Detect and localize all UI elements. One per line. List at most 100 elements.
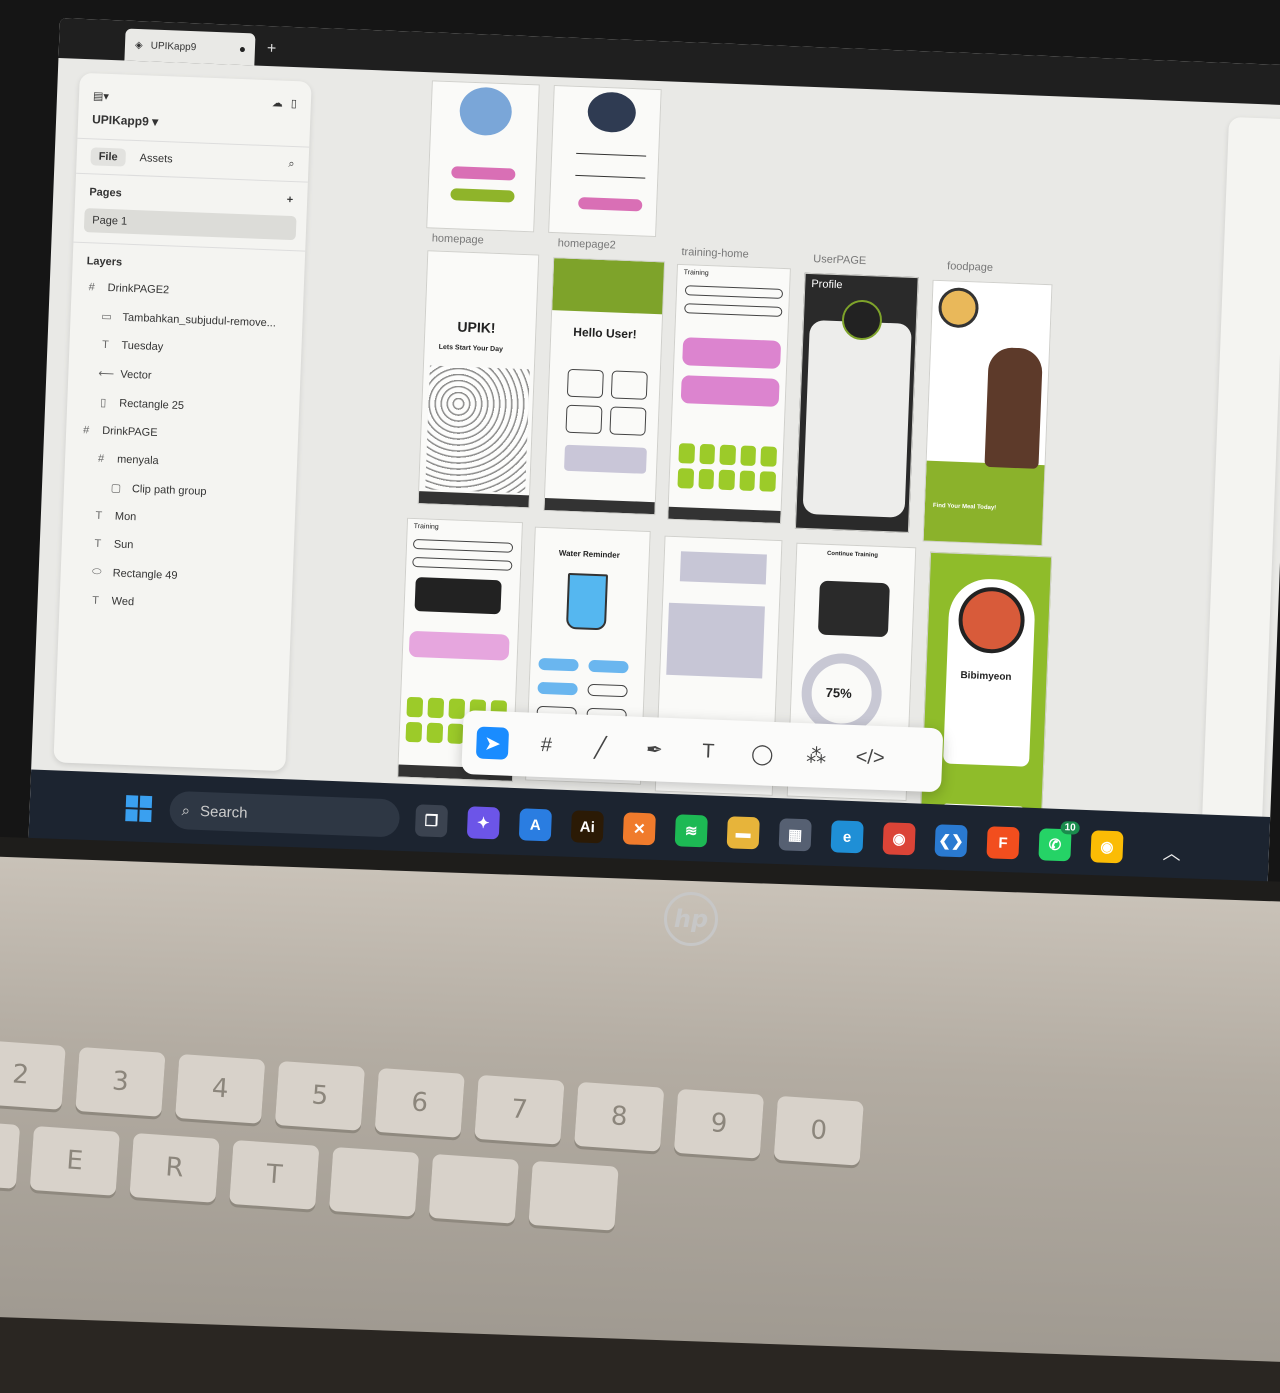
- layer-label: Vector: [120, 368, 152, 382]
- key-3: 3: [75, 1046, 166, 1117]
- frame-foodpage[interactable]: Find Your Meal Today!: [922, 279, 1053, 547]
- toggle-panel-icon[interactable]: ▯: [291, 97, 298, 110]
- chrome-profile-icon[interactable]: ◉: [1090, 830, 1124, 864]
- day-button-tue[interactable]: [537, 681, 578, 696]
- frame-tool-icon[interactable]: #: [530, 729, 563, 762]
- windows-start-icon[interactable]: [125, 795, 153, 823]
- whatsapp-icon[interactable]: ✆ 10: [1038, 821, 1080, 862]
- category-card[interactable]: [609, 406, 647, 436]
- register-button[interactable]: [450, 188, 515, 203]
- page-item[interactable]: Page 1: [83, 208, 297, 241]
- training-title: Training: [413, 522, 439, 531]
- chevron-up-icon[interactable]: ︿: [1162, 839, 1181, 866]
- frame-homepage[interactable]: [426, 80, 540, 233]
- day-button-wed[interactable]: [587, 683, 628, 698]
- xampp-icon[interactable]: ✕: [622, 812, 656, 846]
- key-u: [428, 1153, 519, 1224]
- copilot-icon[interactable]: ✦: [466, 806, 501, 840]
- layer-type-icon: T: [101, 338, 110, 352]
- cloud-sync-icon[interactable]: ☁: [272, 96, 283, 109]
- file-explorer-icon[interactable]: ▬: [726, 816, 760, 850]
- frame-label-training-home: training-home: [681, 246, 749, 261]
- task-view-icon[interactable]: ❐: [414, 804, 449, 838]
- select-instructor-dropdown[interactable]: [412, 538, 514, 553]
- username-field[interactable]: [576, 152, 647, 157]
- frame-hello-user[interactable]: Hello User!: [543, 257, 666, 516]
- tab-title: UPIKapp9: [150, 40, 197, 53]
- figma-menu-icon[interactable]: ▤▾: [93, 89, 109, 103]
- layer-type-icon: T: [92, 594, 100, 607]
- app-a-icon[interactable]: A: [518, 808, 552, 842]
- login-button[interactable]: [451, 166, 516, 181]
- category-popup[interactable]: [414, 577, 502, 615]
- calculator-icon[interactable]: ▦: [778, 818, 812, 852]
- figma-icon[interactable]: F: [986, 826, 1020, 860]
- video-thumbnail[interactable]: [817, 580, 890, 638]
- hello-title: Hello User!: [573, 324, 637, 342]
- training-card[interactable]: [682, 337, 782, 369]
- search-icon[interactable]: ⌕: [288, 157, 295, 170]
- training-card[interactable]: [680, 375, 780, 407]
- day-button-sun[interactable]: [538, 657, 579, 672]
- layers-panel: ▤▾ ☁ ▯ UPIKapp9 ▾ File Assets ⌕ Pages + …: [53, 72, 312, 772]
- add-page-icon[interactable]: +: [287, 194, 294, 206]
- components-tool-icon[interactable]: ⁂: [800, 739, 833, 772]
- frame-upik-welcome[interactable]: UPIK! Lets Start Your Day: [417, 250, 540, 509]
- dev-mode-tool-icon[interactable]: </>: [854, 741, 887, 774]
- text-tool-icon[interactable]: T: [692, 735, 725, 768]
- line-tool-icon[interactable]: ╱: [584, 731, 617, 764]
- tab-assets[interactable]: Assets: [139, 152, 172, 165]
- frame-userpage[interactable]: Profile: [794, 272, 919, 533]
- key-5: 5: [274, 1060, 366, 1131]
- key-0: 0: [773, 1095, 864, 1166]
- chef-illustration: [984, 346, 1044, 469]
- edge-icon[interactable]: e: [830, 820, 864, 854]
- water-title: Water Reminder: [558, 548, 621, 560]
- layer-type-icon: T: [95, 509, 103, 522]
- taskbar-search[interactable]: ⌕ Search: [168, 790, 401, 838]
- water-glass-icon: [565, 572, 609, 631]
- frame-bibimyeon[interactable]: Bibimyeon: [919, 551, 1053, 843]
- training-category-dropdown[interactable]: [684, 303, 783, 317]
- layer-label: DrinkPAGE2: [107, 282, 170, 297]
- comment-tool-icon[interactable]: ◯: [746, 737, 779, 770]
- training-card[interactable]: [408, 630, 510, 661]
- login-button[interactable]: [578, 197, 643, 212]
- tab-file[interactable]: File: [90, 147, 126, 167]
- layer-label: Clip path group: [131, 482, 207, 498]
- day-button-mon[interactable]: [588, 659, 629, 674]
- user-illustration: [587, 91, 637, 134]
- frame-label-homepage: homepage: [431, 232, 485, 247]
- training-title: Training: [683, 269, 709, 278]
- password-field[interactable]: [575, 174, 646, 179]
- layer-label: menyala: [116, 453, 159, 468]
- key-i: [528, 1160, 619, 1231]
- select-instructor-dropdown[interactable]: [684, 285, 784, 299]
- upcoming-grid: [677, 443, 778, 492]
- chrome-icon[interactable]: ◉: [882, 822, 916, 856]
- figma-file-icon: ◈: [134, 39, 143, 51]
- layer-label: DrinkPAGE: [101, 424, 158, 440]
- frame-homepage2[interactable]: [548, 85, 662, 238]
- new-tab-icon[interactable]: +: [267, 40, 277, 58]
- category-card[interactable]: [565, 404, 603, 435]
- training-category-dropdown[interactable]: [412, 556, 513, 571]
- search-icon: ⌕: [181, 801, 191, 820]
- tab-upikapp9[interactable]: ◈ UPIKapp9: [124, 28, 256, 66]
- move-tool-icon[interactable]: ➤: [475, 726, 510, 760]
- file-explorer-glyph: ▬: [735, 824, 752, 842]
- category-card[interactable]: [610, 370, 648, 400]
- yoga-illustration: [458, 86, 513, 137]
- key-8: 8: [574, 1081, 665, 1152]
- placeholder-block: [563, 444, 647, 474]
- frame-training-home[interactable]: Training: [667, 263, 791, 525]
- key-6: 6: [374, 1067, 465, 1138]
- pen-tool-icon[interactable]: ✒: [638, 733, 671, 766]
- spotify-icon[interactable]: ≋: [674, 814, 708, 848]
- hp-logo: hp: [664, 892, 718, 946]
- screen: ◈ UPIKapp9 + ▤▾ ☁ ▯ UPIKapp9 ▾ File Asse…: [26, 18, 1280, 925]
- key-2: 2: [0, 1040, 66, 1110]
- category-card[interactable]: [566, 368, 604, 399]
- vscode-icon[interactable]: ❮❯: [934, 824, 968, 858]
- illustrator-icon[interactable]: Ai: [570, 810, 604, 844]
